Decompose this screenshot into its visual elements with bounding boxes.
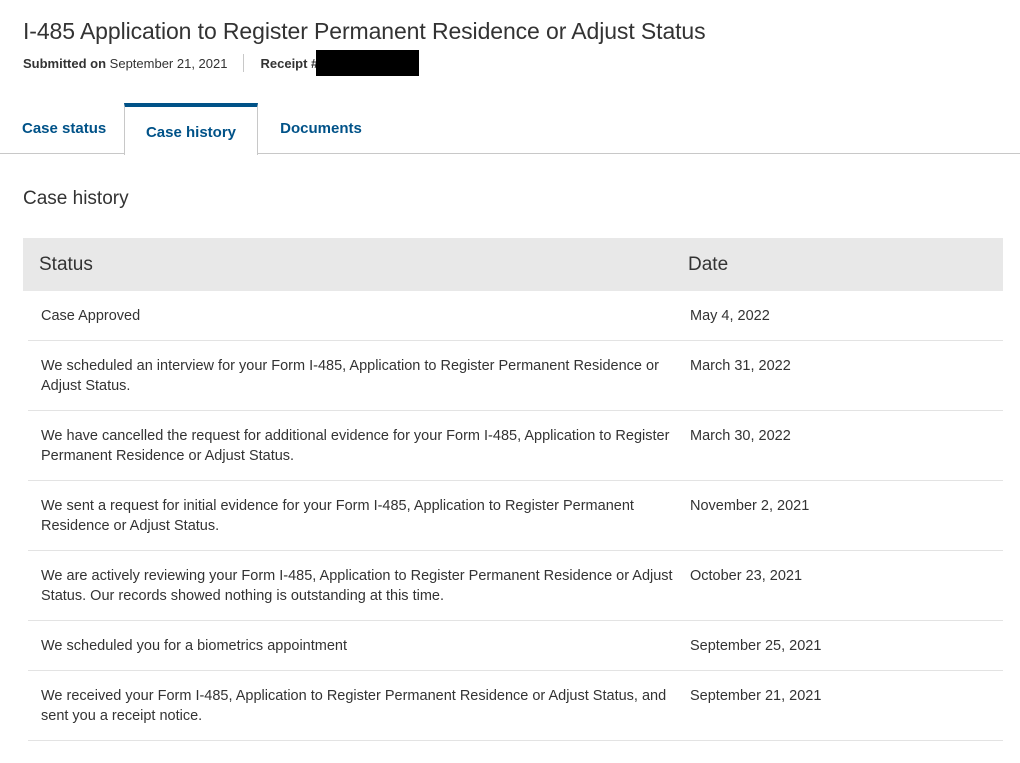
status-cell: We scheduled an interview for your Form … (41, 358, 659, 394)
tab-documents[interactable]: Documents (258, 103, 384, 154)
column-header-status: Status (39, 253, 93, 275)
table-row: We are actively reviewing your Form I-48… (28, 551, 1003, 621)
case-history-table: Status Date Case Approved May 4, 2022 We s… (23, 238, 1003, 741)
page-title: I-485 Application to Register Permanent … (23, 18, 706, 44)
case-tabs: Case status Case history Documents (0, 103, 1020, 155)
date-cell: May 4, 2022 (690, 308, 770, 324)
status-cell: We received your Form I-485, Application… (41, 688, 667, 724)
receipt-label: Receipt # (260, 55, 319, 71)
submitted-label: Submitted on (23, 55, 107, 71)
table-row: We sent a request for initial evidence f… (28, 481, 1003, 551)
date-cell: March 31, 2022 (690, 358, 791, 374)
status-cell: We are actively reviewing your Form I-48… (41, 568, 673, 604)
date-cell: March 30, 2022 (690, 428, 791, 444)
date-cell: September 25, 2021 (690, 638, 822, 654)
status-cell: We scheduled you for a biometrics appoin… (41, 638, 348, 654)
table-row: We scheduled you for a biometrics appoin… (28, 621, 1003, 671)
table-row: We have cancelled the request for additi… (28, 411, 1003, 481)
status-cell: We sent a request for initial evidence f… (41, 498, 634, 534)
date-cell: September 21, 2021 (690, 688, 822, 704)
table-row: We scheduled an interview for your Form … (28, 341, 1003, 411)
submission-meta: Submitted on September 21, 2021 Receipt … (23, 50, 420, 76)
receipt-number-redaction (316, 50, 420, 76)
table-body: Case Approved May 4, 2022 We scheduled an … (23, 291, 1003, 741)
table-row: Case Approved May 4, 2022 (28, 291, 1003, 341)
table-header: Status Date (23, 238, 1003, 291)
date-cell: November 2, 2021 (690, 498, 810, 514)
tab-case-history[interactable]: Case history (124, 103, 258, 155)
meta-divider (243, 54, 245, 72)
tab-case-status[interactable]: Case status (0, 103, 124, 154)
table-row: We received your Form I-485, Application… (28, 671, 1003, 741)
date-cell: October 23, 2021 (690, 568, 803, 584)
submitted-date: September 21, 2021 (109, 55, 228, 71)
status-cell: Case Approved (41, 308, 141, 324)
section-title: Case history (23, 188, 129, 209)
status-cell: We have cancelled the request for additi… (41, 428, 670, 464)
column-header-date: Date (688, 253, 729, 275)
